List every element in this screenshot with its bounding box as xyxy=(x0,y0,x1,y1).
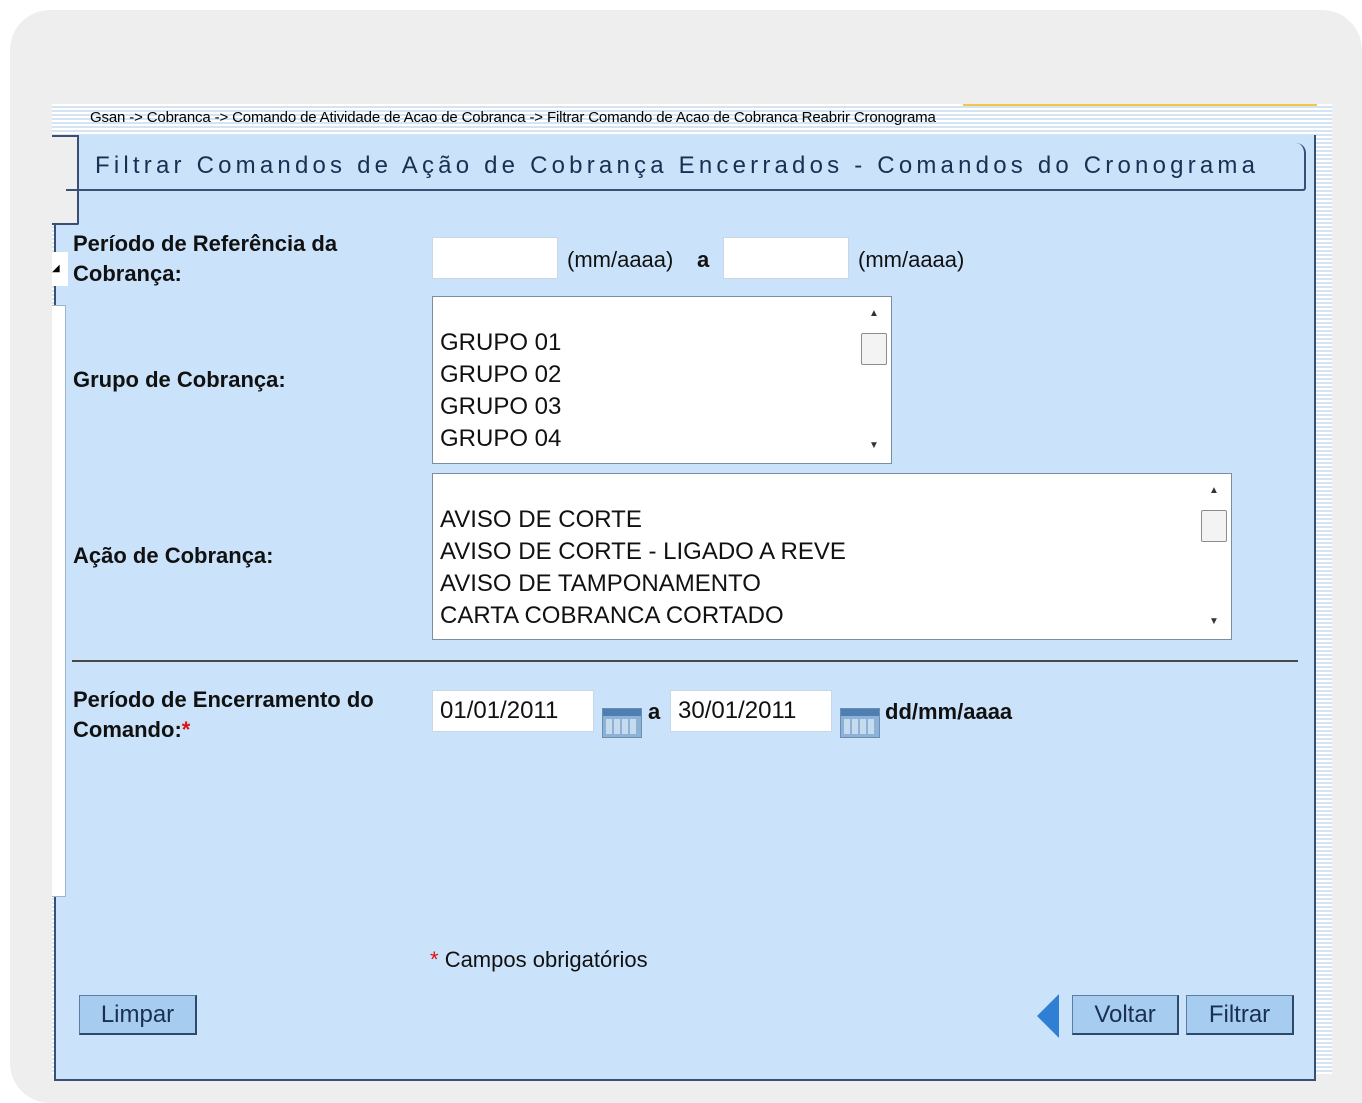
scroll-thumb[interactable] xyxy=(1201,510,1227,542)
acao-cobranca-listbox[interactable]: AVISO DE CORTE AVISO DE CORTE - LIGADO A… xyxy=(432,473,1232,640)
periodo-encerramento-start-input[interactable]: 01/01/2011 xyxy=(432,690,594,732)
required-fields-text: Campos obrigatórios xyxy=(444,947,648,972)
section-divider xyxy=(72,660,1298,662)
periodo-referencia-format-1: (mm/aaaa) xyxy=(567,247,674,272)
acao-cobranca-label: Ação de Cobrança: xyxy=(73,543,274,568)
left-menu-panel xyxy=(52,305,66,897)
calendar-icon[interactable] xyxy=(840,708,880,738)
scroll-down-icon[interactable]: ▼ xyxy=(1197,605,1231,639)
scroll-thumb[interactable] xyxy=(861,333,887,365)
required-fields-note: * Campos obrigatórios xyxy=(430,946,648,974)
voltar-button[interactable]: Voltar xyxy=(1072,995,1179,1035)
acao-cobranca-scrollbar[interactable]: ▲ ▼ xyxy=(1197,474,1231,639)
collapse-arrow-icon[interactable]: ◢ xyxy=(52,252,68,286)
grupo-cobranca-scrollbar[interactable]: ▲ ▼ xyxy=(857,297,891,463)
breadcrumb-accent xyxy=(963,104,1317,106)
periodo-encerramento-format: dd/mm/aaaa xyxy=(885,699,1013,724)
list-item[interactable]: AVISO DE CORTE - LIGADO A REVE xyxy=(440,536,846,568)
breadcrumb: Gsan -> Cobranca -> Comando de Atividade… xyxy=(90,109,936,126)
periodo-referencia-format-2: (mm/aaaa) xyxy=(858,247,965,272)
periodo-encerramento-end-input[interactable]: 30/01/2011 xyxy=(670,690,832,732)
filtrar-button[interactable]: Filtrar xyxy=(1186,995,1294,1035)
periodo-referencia-end-input[interactable] xyxy=(723,237,849,279)
back-arrow-icon xyxy=(1037,994,1059,1038)
list-item[interactable]: GRUPO 04 xyxy=(440,423,561,455)
periodo-encerramento-label-text: Período de Encerramento do Comando: xyxy=(73,687,374,742)
list-item[interactable]: CARTA COBRANCA CORTADO xyxy=(440,600,846,632)
scroll-up-icon[interactable]: ▲ xyxy=(857,297,891,331)
grupo-cobranca-label: Grupo de Cobrança: xyxy=(73,367,286,392)
list-item[interactable]: GRUPO 01 xyxy=(440,327,561,359)
required-mark: * xyxy=(181,717,191,742)
periodo-encerramento-separator: a xyxy=(648,699,661,724)
periodo-referencia-label: Período de Referência da Cobrança: xyxy=(73,231,338,286)
grupo-cobranca-listbox[interactable]: GRUPO 01 GRUPO 02 GRUPO 03 GRUPO 04 ▲ ▼ xyxy=(432,296,892,464)
list-item[interactable]: AVISO DE CORTE xyxy=(440,504,846,536)
periodo-referencia-separator: a xyxy=(697,247,710,272)
list-item[interactable]: AVISO DE TAMPONAMENTO xyxy=(440,568,846,600)
page-title: Filtrar Comandos de Ação de Cobrança Enc… xyxy=(95,152,1260,179)
list-item[interactable]: GRUPO 03 xyxy=(440,391,561,423)
periodo-encerramento-label: Período de Encerramento do Comando:* xyxy=(73,685,413,745)
calendar-icon[interactable] xyxy=(602,708,642,738)
periodo-referencia-start-input[interactable] xyxy=(432,237,558,279)
required-mark: * xyxy=(430,947,439,972)
scroll-up-icon[interactable]: ▲ xyxy=(1197,474,1231,508)
list-item[interactable]: GRUPO 02 xyxy=(440,359,561,391)
limpar-button[interactable]: Limpar xyxy=(79,995,197,1035)
scroll-down-icon[interactable]: ▼ xyxy=(857,429,891,463)
